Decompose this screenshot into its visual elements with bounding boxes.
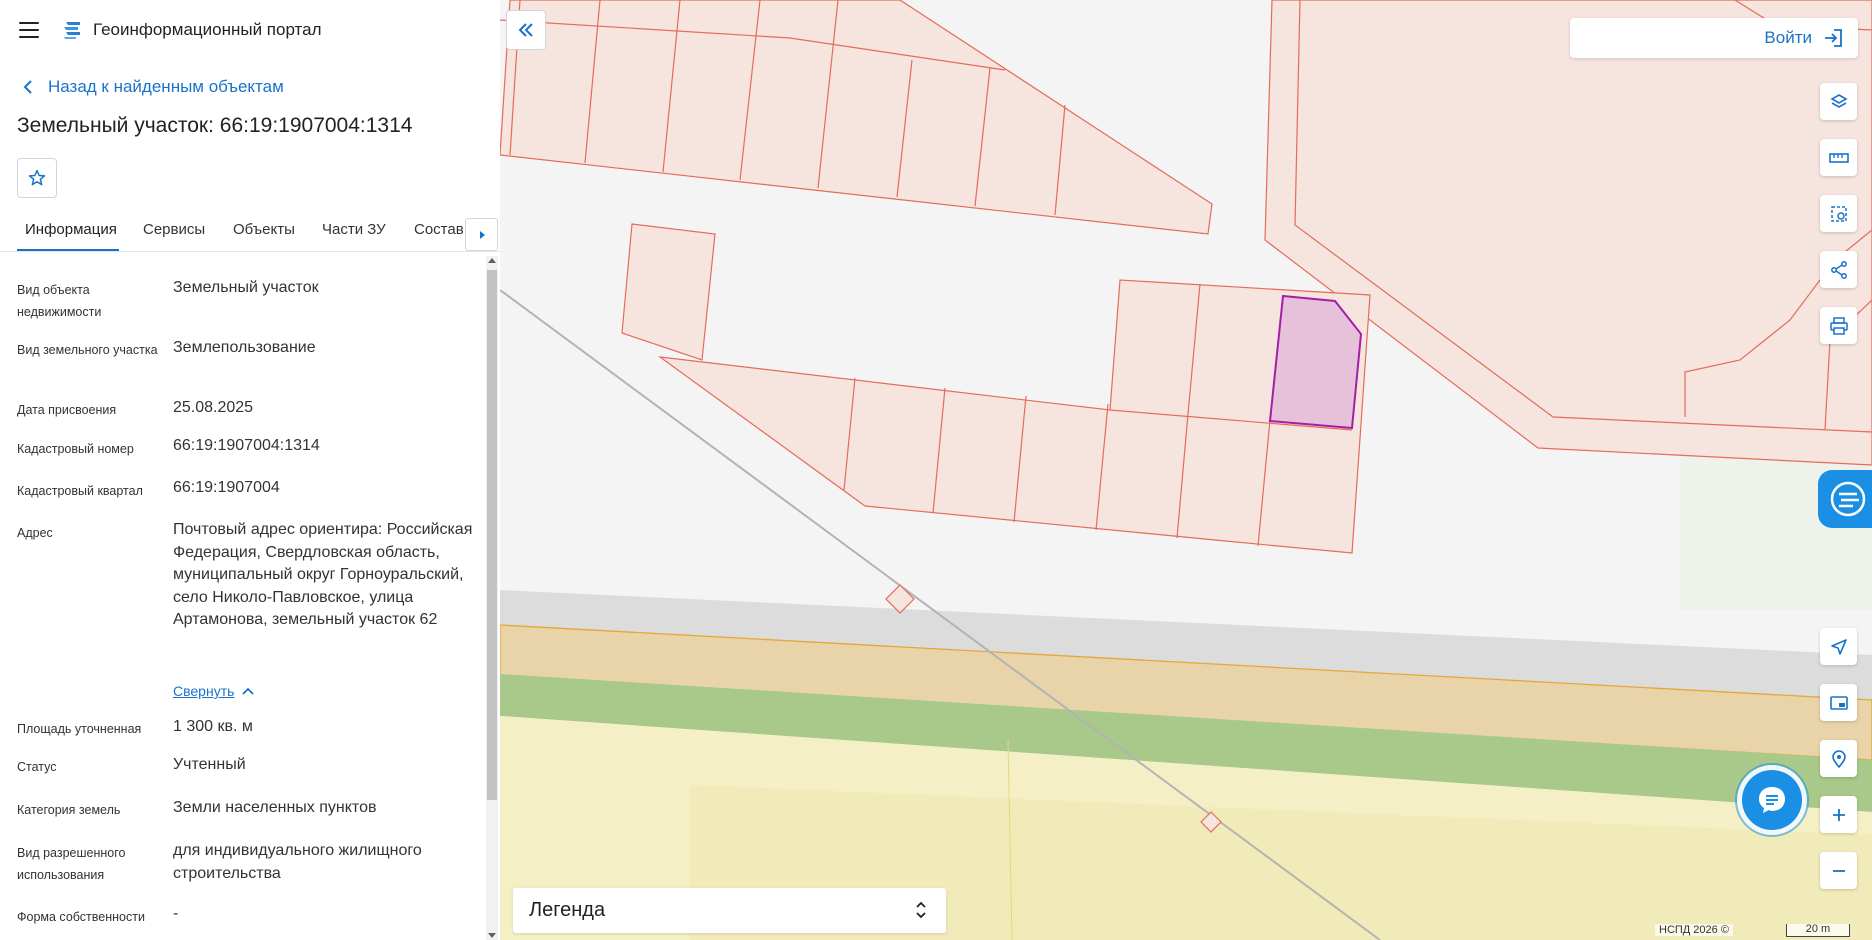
- prop-value-object-type: Земельный участок: [173, 279, 319, 296]
- scroll-down-arrow-icon[interactable]: [488, 933, 496, 938]
- navigate-button[interactable]: [1820, 628, 1857, 665]
- minimap-icon: [1829, 695, 1848, 710]
- tab-parts[interactable]: Части ЗУ: [322, 221, 386, 238]
- login-icon: [1825, 29, 1842, 47]
- zoom-out-icon: [1832, 869, 1845, 872]
- map-layers: [500, 0, 1872, 940]
- share-button[interactable]: [1820, 251, 1857, 288]
- tab-objects[interactable]: Объекты: [233, 221, 295, 238]
- minimap-button[interactable]: [1820, 684, 1857, 721]
- measure-button[interactable]: [1820, 139, 1857, 176]
- map-canvas[interactable]: [500, 0, 1872, 940]
- prop-value-address: Почтовый адрес ориентира: Российская Фед…: [173, 521, 473, 628]
- tabs-divider: [0, 251, 500, 252]
- location-icon: [1831, 749, 1846, 768]
- parcel-row-top: [500, 0, 1213, 235]
- assistant-button[interactable]: [1818, 470, 1872, 528]
- info-panel: Геоинформационный портал Назад к найденн…: [0, 0, 501, 940]
- layers-icon: [1829, 93, 1848, 108]
- prop-value-ownership: -: [173, 905, 179, 922]
- prop-value-land-category: Земли населенных пунктов: [173, 799, 377, 816]
- prop-value-assign-date: 25.08.2025: [173, 399, 254, 416]
- scroll-up-arrow-icon[interactable]: [488, 258, 496, 263]
- prop-label-object-type: Вид объекта недвижимости: [17, 283, 102, 319]
- prop-value-cadastral-number: 66:19:1907004:1314: [173, 437, 320, 454]
- prop-label-cadastral-number: Кадастровый номер: [17, 442, 134, 456]
- print-icon: [1829, 316, 1848, 335]
- collapse-panel-button[interactable]: [506, 10, 546, 50]
- prop-value-permitted-use: для индивидуального жилищного строительс…: [173, 842, 422, 882]
- print-button[interactable]: [1820, 307, 1857, 344]
- scrollbar-thumb[interactable]: [487, 270, 497, 800]
- chat-button[interactable]: [1742, 770, 1802, 830]
- hamburger-menu-icon[interactable]: [19, 22, 39, 38]
- layers-button[interactable]: [1820, 83, 1857, 120]
- share-icon: [1830, 260, 1847, 279]
- area-select-icon: [1830, 205, 1847, 222]
- panel-scrollbar[interactable]: [486, 256, 498, 940]
- tab-info[interactable]: Информация: [25, 221, 117, 238]
- zoom-out-button[interactable]: [1820, 852, 1857, 889]
- collapse-link[interactable]: Свернуть: [173, 683, 234, 699]
- chevron-left-icon: [23, 80, 32, 94]
- star-icon: [28, 169, 46, 186]
- app-title: Геоинформационный портал: [93, 20, 322, 39]
- legend-label: Легенда: [529, 899, 606, 921]
- area-select-button[interactable]: [1820, 195, 1857, 232]
- prop-label-permitted-use: Вид разрешенного использования: [17, 846, 126, 882]
- back-to-results-link[interactable]: Назад к найденным объектам: [18, 76, 284, 98]
- zoom-in-button[interactable]: [1820, 796, 1857, 833]
- address-collapse-toggle[interactable]: Свернуть: [173, 683, 255, 699]
- prop-value-status: Учтенный: [173, 756, 246, 773]
- prop-value-cadastral-quarter: 66:19:1907004: [173, 479, 280, 496]
- chat-icon: [1759, 787, 1785, 813]
- prop-label-assign-date: Дата присвоения: [17, 403, 117, 417]
- assistant-icon: [1830, 481, 1866, 517]
- scale-bar: 20 m: [1786, 924, 1850, 937]
- map-attribution: НСПД 2026 ©: [1655, 924, 1733, 936]
- prop-value-parcel-type: Землепользование: [173, 339, 316, 356]
- tab-composition[interactable]: Состав: [414, 221, 464, 238]
- zoom-in-icon: [1832, 808, 1845, 821]
- tab-bar: Информация Сервисы Объекты Части ЗУ Сост…: [17, 218, 485, 252]
- legend-dropdown[interactable]: Легенда: [513, 888, 946, 933]
- tabs-scroll-right-button[interactable]: [465, 218, 498, 251]
- prop-label-land-category: Категория земель: [17, 803, 121, 817]
- double-chevron-left-icon: [518, 23, 533, 37]
- prop-label-cadastral-quarter: Кадастровый квартал: [17, 484, 143, 498]
- favorite-button[interactable]: [17, 158, 57, 198]
- tab-services[interactable]: Сервисы: [143, 221, 205, 238]
- expand-arrows-icon: [916, 901, 926, 919]
- prop-label-area: Площадь уточненная: [17, 722, 142, 736]
- prop-value-area: 1 300 кв. м: [173, 718, 253, 735]
- small-parcel: [621, 223, 716, 361]
- object-title: Земельный участок: 66:19:1907004:1314: [17, 114, 413, 137]
- caret-right-icon: [479, 230, 485, 239]
- prop-label-ownership: Форма собственности: [17, 910, 145, 924]
- navigate-icon: [1830, 638, 1847, 655]
- location-button[interactable]: [1820, 740, 1857, 777]
- prop-label-address: Адрес: [17, 526, 53, 540]
- back-link-label: Назад к найденным объектам: [48, 77, 284, 96]
- ruler-icon: [1828, 152, 1849, 163]
- prop-label-parcel-type: Вид земельного участка: [17, 343, 158, 357]
- prop-label-status: Статус: [17, 760, 57, 774]
- portal-logo-icon: [64, 22, 80, 39]
- login-button[interactable]: Войти: [1570, 18, 1858, 58]
- panel-header: Геоинформационный портал: [0, 0, 500, 60]
- chevron-up-icon: [242, 687, 255, 695]
- login-label: Войти: [1764, 28, 1812, 47]
- selected-parcel[interactable]: [1268, 294, 1363, 430]
